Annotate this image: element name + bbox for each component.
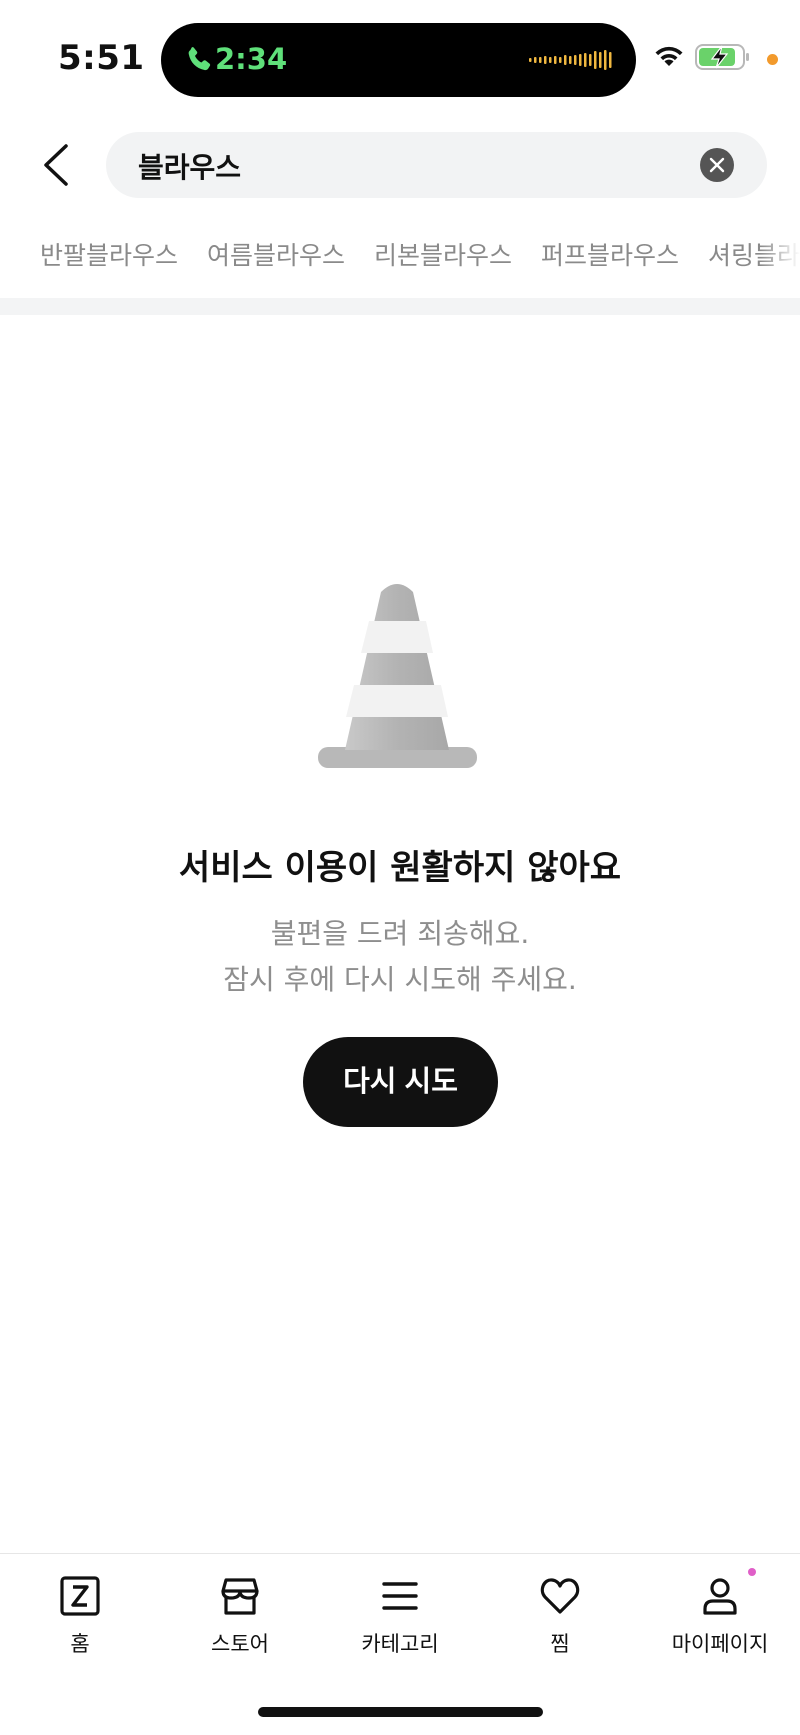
keyword-chip[interactable]: 리본블라우스 xyxy=(374,236,512,272)
heart-icon xyxy=(540,1578,580,1614)
call-timer: 2:34 xyxy=(215,42,288,76)
menu-icon xyxy=(382,1582,418,1610)
traffic-cone-icon xyxy=(318,584,477,768)
search-query-text: 블라우스 xyxy=(138,151,242,184)
tab-mypage-label: 마이페이지 xyxy=(671,1632,769,1656)
back-chevron-icon[interactable] xyxy=(38,142,74,188)
close-icon xyxy=(709,157,725,173)
audio-waveform-icon xyxy=(529,50,612,70)
dynamic-island[interactable]: 2:34 xyxy=(161,23,636,97)
tab-home[interactable]: 홈 xyxy=(10,1576,150,1666)
tab-mypage[interactable]: 마이페이지 xyxy=(650,1568,790,1666)
store-icon xyxy=(221,1578,259,1615)
status-bar: 5:51 2:34 xyxy=(0,0,800,120)
error-description: 불편을 드려 죄송해요. xyxy=(270,917,530,950)
section-divider xyxy=(0,298,800,315)
tab-wishlist[interactable]: 찜 xyxy=(490,1576,630,1666)
keyword-chip[interactable]: 반팔블라우스 xyxy=(40,236,178,272)
battery-charging-icon xyxy=(695,44,749,70)
tab-store[interactable]: 스토어 xyxy=(170,1576,310,1666)
wifi-icon xyxy=(655,46,683,66)
tab-home-label: 홈 xyxy=(70,1632,90,1656)
keyword-chip[interactable]: 퍼프블라우스 xyxy=(541,236,679,272)
notification-dot xyxy=(748,1568,756,1576)
retry-button[interactable]: 다시 시도 xyxy=(303,1037,498,1127)
keyword-chip[interactable]: 여름블라우스 xyxy=(207,236,345,272)
search-input[interactable]: 블라우스 xyxy=(106,132,767,198)
user-icon xyxy=(703,1578,737,1615)
tab-wishlist-label: 찜 xyxy=(550,1632,570,1656)
status-time: 5:51 xyxy=(58,38,145,78)
error-title: 서비스 이용이 원활하지 않아요 xyxy=(178,848,622,888)
home-z-icon xyxy=(60,1576,100,1616)
tab-store-label: 스토어 xyxy=(211,1632,269,1656)
related-keywords: 반팔블라우스 여름블라우스 리본블라우스 퍼프블라우스 셔링블라우스 xyxy=(0,230,800,280)
phone-icon xyxy=(188,47,211,71)
error-description: 잠시 후에 다시 시도해 주세요. xyxy=(223,963,577,996)
tab-category[interactable]: 카테고리 xyxy=(330,1576,470,1666)
clear-search-button[interactable] xyxy=(700,148,734,182)
privacy-indicator-dot xyxy=(767,54,778,65)
tab-category-label: 카테고리 xyxy=(361,1632,439,1656)
home-indicator[interactable] xyxy=(258,1707,543,1717)
retry-button-label: 다시 시도 xyxy=(343,1066,458,1098)
chips-fade-overlay xyxy=(760,230,800,280)
